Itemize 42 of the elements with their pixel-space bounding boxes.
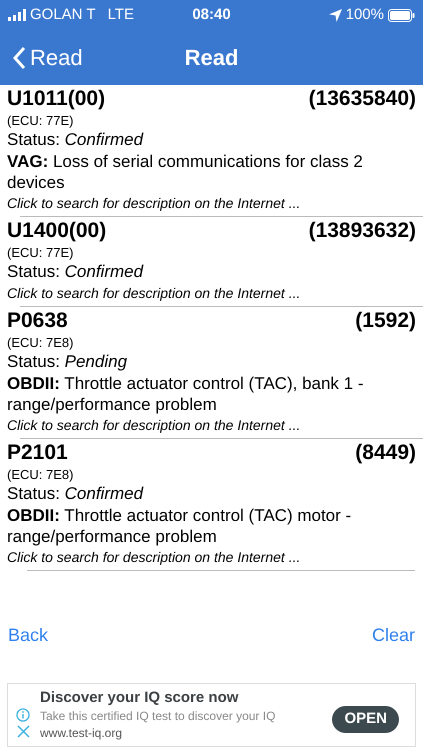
status-label: Status: Confirmed bbox=[7, 261, 144, 283]
close-icon[interactable] bbox=[16, 725, 30, 738]
network-label: LTE bbox=[108, 4, 134, 25]
status-label: Status: Confirmed bbox=[7, 129, 144, 151]
code-description: VAG: Loss of serial communications for class 2 devices bbox=[7, 151, 364, 193]
ad-title: Discover your IQ score now bbox=[40, 688, 240, 708]
info-icon[interactable] bbox=[16, 708, 30, 722]
occurrence-count: (13635840) bbox=[308, 86, 416, 112]
ad-text: Take this certified IQ test to discover your IQ bbox=[40, 708, 276, 725]
clock: 08:40 bbox=[191, 4, 232, 25]
open-button[interactable]: OPEN bbox=[332, 706, 399, 732]
trouble-code: U1400(00) bbox=[7, 218, 106, 244]
occurrence-count: (8449) bbox=[355, 440, 416, 466]
back-button[interactable]: Back bbox=[8, 622, 48, 649]
trouble-code: U1011(00) bbox=[7, 86, 106, 112]
nav-title: Read bbox=[184, 44, 238, 72]
occurrence-count: (1592) bbox=[355, 308, 416, 334]
ecu-label: (ECU: 7E8) bbox=[7, 466, 74, 483]
nav-back-button[interactable]: Read bbox=[0, 41, 83, 74]
status-label: Status: Pending bbox=[7, 351, 128, 373]
location-arrow-icon bbox=[328, 8, 342, 22]
ecu-label: (ECU: 77E) bbox=[7, 244, 74, 261]
battery-icon bbox=[388, 8, 415, 22]
status-label: Status: Confirmed bbox=[7, 483, 144, 505]
clear-button[interactable]: Clear bbox=[372, 622, 415, 649]
battery-percent: 100% bbox=[346, 4, 384, 25]
ad-url: www.test-iq.org bbox=[40, 725, 124, 742]
signal-icon bbox=[8, 9, 26, 21]
ecu-label: (ECU: 7E8) bbox=[7, 334, 74, 351]
occurrence-count: (13893632) bbox=[308, 218, 416, 244]
trouble-code: P0638 bbox=[7, 308, 68, 334]
code-description: OBDII: Throttle actuator control (TAC), bank 1 - range/performance problem bbox=[7, 373, 364, 415]
chevron-left-icon bbox=[12, 46, 26, 70]
ad-banner[interactable]: Discover your IQ score now Take this certified IQ test to discover your IQ www.test-iq.org OPEN bbox=[7, 683, 416, 747]
ecu-label: (ECU: 77E) bbox=[7, 112, 74, 129]
search-link[interactable]: Click to search for description on the Internet ... bbox=[7, 283, 416, 303]
search-link[interactable]: Click to search for description on the Internet ... bbox=[7, 193, 416, 213]
search-link[interactable]: Click to search for description on the Internet ... bbox=[7, 415, 416, 435]
trouble-code: P2101 bbox=[7, 440, 68, 466]
carrier-label: GOLAN T bbox=[30, 4, 96, 25]
search-link[interactable]: Click to search for description on the Internet ... bbox=[7, 547, 416, 567]
code-description: OBDII: Throttle actuator control (TAC) motor - range/performance problem bbox=[7, 505, 352, 547]
